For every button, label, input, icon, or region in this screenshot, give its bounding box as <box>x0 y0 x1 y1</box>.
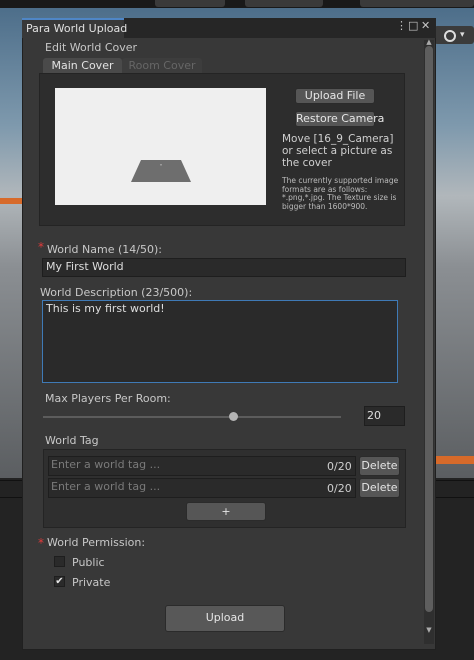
window-tab-strip <box>124 18 436 38</box>
restore-camera-button[interactable]: Restore Camera <box>295 111 384 127</box>
cover-instructions: Move [16_9_Camera] or select a picture a… <box>282 133 394 169</box>
max-players-slider[interactable] <box>43 416 341 418</box>
tag-input-placeholder: Enter a world tag ... <box>51 458 161 471</box>
toolbar-button[interactable] <box>360 0 474 7</box>
chevron-down-icon: ▾ <box>460 30 465 40</box>
scroll-down-icon[interactable]: ▼ <box>424 626 434 634</box>
required-asterisk: * <box>38 240 44 254</box>
private-checkbox[interactable]: ✔ <box>54 576 65 587</box>
edit-cover-label: Edit World Cover <box>45 41 138 54</box>
tag-char-count: 0/20 <box>327 460 352 473</box>
scroll-up-icon[interactable]: ▲ <box>424 38 434 46</box>
maximize-icon[interactable]: □ <box>408 19 418 32</box>
world-name-label: World Name (14/50): <box>47 243 162 256</box>
max-players-label: Max Players Per Room: <box>45 392 171 405</box>
upload-file-button[interactable]: Upload File <box>295 88 375 104</box>
delete-tag-button[interactable]: Delete <box>359 456 400 476</box>
gizmo-circle-icon <box>444 30 456 42</box>
world-permission-label: World Permission: <box>47 536 146 549</box>
max-players-input[interactable]: 20 <box>364 406 405 426</box>
close-icon[interactable]: ✕ <box>421 19 430 32</box>
world-description-label: World Description (23/500): <box>40 286 193 299</box>
scene-object <box>430 456 474 464</box>
world-description-input[interactable]: This is my first world! <box>42 300 398 383</box>
play-controls[interactable] <box>245 0 323 7</box>
tab-room-cover[interactable]: Room Cover <box>122 58 202 74</box>
scrollbar-thumb[interactable] <box>425 46 433 612</box>
world-tag-label: World Tag <box>45 434 99 447</box>
public-checkbox[interactable] <box>54 556 65 567</box>
cover-preview-plane <box>131 160 191 182</box>
window-title-tab[interactable]: Para World Upload <box>22 18 127 38</box>
supported-formats-note: The currently supported image formats ar… <box>282 176 399 211</box>
tag-char-count: 0/20 <box>327 482 352 495</box>
cover-preview-image <box>55 88 266 205</box>
required-asterisk: * <box>38 536 44 550</box>
public-option-label: Public <box>72 556 105 569</box>
upload-button[interactable]: Upload <box>165 605 285 632</box>
add-tag-button[interactable]: + <box>186 502 266 521</box>
menu-icon[interactable]: ⋮ <box>396 19 407 32</box>
private-option-label: Private <box>72 576 111 589</box>
tag-input-placeholder: Enter a world tag ... <box>51 480 161 493</box>
delete-tag-button[interactable]: Delete <box>359 478 400 498</box>
toolbar-button[interactable] <box>155 0 225 7</box>
world-name-input[interactable]: My First World <box>42 258 406 277</box>
tab-main-cover[interactable]: Main Cover <box>43 58 122 74</box>
